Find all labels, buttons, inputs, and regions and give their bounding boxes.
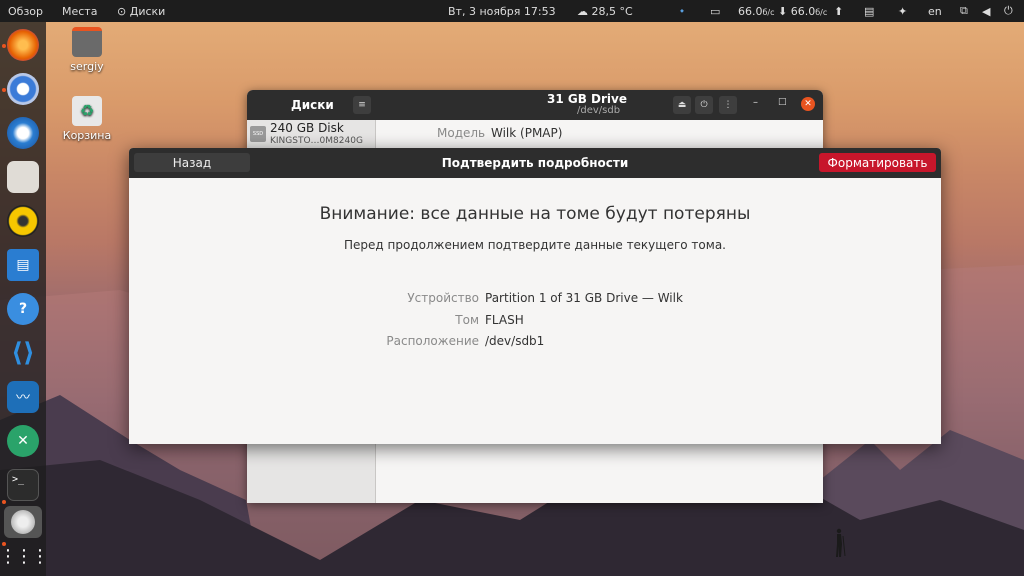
maximize-icon[interactable]: □: [778, 97, 787, 107]
drive-list-item[interactable]: SSD 240 GB Disk KINGSTO…0M8240G: [247, 120, 375, 148]
trash-icon: ♻: [72, 96, 102, 126]
volume-icon[interactable]: ◀: [982, 5, 990, 18]
top-bar: Обзор Места ⊙ Диски Вт, 3 ноября 17:53 ☁…: [0, 0, 1024, 22]
warning-subtitle: Перед продолжением подтвердите данные те…: [344, 238, 726, 252]
device-value: Partition 1 of 31 GB Drive — Wilk: [485, 291, 683, 305]
trash-label: Корзина: [62, 129, 112, 142]
thunderbird-icon[interactable]: [7, 117, 39, 149]
app-menu[interactable]: ⊙ Диски: [117, 5, 165, 18]
confirm-format-dialog: Назад Подтвердить подробности Форматиров…: [129, 148, 941, 444]
sidebar-title: Диски: [291, 98, 334, 112]
device-label: Устройство: [407, 291, 479, 305]
net-up-value: 66.0: [790, 4, 816, 18]
power-off-icon[interactable]: ⏻: [695, 96, 713, 114]
vscode-icon[interactable]: ⟨⟩: [7, 337, 39, 369]
volume-label: Том: [455, 313, 479, 327]
disks-app-icon: ⊙: [117, 4, 130, 18]
location-value: /dev/sdb1: [485, 334, 545, 348]
help-icon[interactable]: ?: [7, 293, 39, 325]
overview-button[interactable]: Обзор: [8, 5, 43, 18]
model-value: Wilk (PMAP): [491, 126, 563, 140]
home-folder-label: sergiy: [70, 60, 104, 73]
download-arrow-icon: ⬇: [778, 4, 791, 18]
running-indicator: [2, 88, 6, 92]
dock: ▤ ? ⟨⟩ 〰 ✕ >_ ⋮⋮⋮: [0, 22, 49, 576]
system-monitor-icon[interactable]: 〰: [7, 381, 39, 413]
disk-name: 240 GB Disk: [270, 121, 344, 135]
firefox-icon[interactable]: [7, 29, 39, 61]
running-indicator: [2, 44, 6, 48]
keyboard-layout[interactable]: en: [928, 5, 942, 18]
disks-icon[interactable]: [4, 506, 42, 538]
weather-temp: 28,5 °C: [591, 4, 633, 18]
volume-value: FLASH: [485, 313, 524, 327]
home-folder-icon: [72, 27, 102, 57]
dropbox-icon[interactable]: ⬩: [680, 4, 684, 18]
minimize-icon[interactable]: –: [753, 97, 758, 108]
location-label: Расположение: [386, 334, 479, 348]
dialog-headerbar: Назад Подтвердить подробности Форматиров…: [129, 148, 941, 178]
upload-arrow-icon: ⬆: [834, 4, 844, 18]
rhythmbox-icon[interactable]: [7, 205, 39, 237]
drive-title: 31 GB Drive: [547, 92, 628, 106]
weather-icon: ☁: [577, 4, 592, 18]
ssd-icon: SSD: [250, 126, 266, 142]
close-icon[interactable]: ✕: [801, 97, 815, 111]
eject-icon[interactable]: ⏏: [673, 96, 691, 114]
disk-model: KINGSTO…0M8240G: [270, 136, 363, 146]
network-icon[interactable]: ⧉: [960, 4, 968, 18]
net-up-unit: б/с: [815, 7, 828, 17]
clipboard-icon[interactable]: ▤: [864, 5, 874, 18]
network-speed[interactable]: 66.0б/с ⬇ 66.0б/с: [738, 5, 827, 18]
net-down-unit: б/с: [762, 7, 775, 17]
clock[interactable]: Вт, 3 ноября 17:53: [448, 5, 556, 18]
trash-desktop-icon[interactable]: ♻ Корзина: [57, 96, 117, 142]
disks-headerbar: Диски ≡ 31 GB Drive /dev/sdb ⏏ ⏻ ⋮ – □ ✕: [247, 90, 823, 120]
drive-menu-icon[interactable]: ⋮: [719, 96, 737, 114]
running-indicator: [2, 500, 6, 504]
disk-glyph-icon: [11, 510, 35, 534]
places-menu[interactable]: Места: [62, 5, 97, 18]
hiker-silhouette: [836, 528, 846, 557]
net-down-value: 66.0: [738, 4, 763, 18]
warning-heading: Внимание: все данные на томе будут потер…: [319, 204, 751, 224]
chromium-icon[interactable]: [7, 73, 39, 105]
crossover-icon[interactable]: ✕: [7, 425, 39, 457]
drive-path: /dev/sdb: [577, 105, 621, 116]
weather-indicator[interactable]: ☁ 28,5 °C: [577, 5, 633, 18]
writer-icon[interactable]: ▤: [7, 249, 39, 281]
format-button[interactable]: Форматировать: [819, 153, 936, 172]
app-menu-label: Диски: [129, 4, 166, 18]
menu-icon[interactable]: ≡: [353, 96, 371, 114]
model-label: Модель: [437, 126, 486, 140]
hdd-indicator-icon[interactable]: ▭: [710, 5, 720, 18]
power-menu-icon[interactable]: ⏻: [1004, 4, 1013, 18]
home-folder-desktop-icon[interactable]: sergiy: [57, 27, 117, 73]
files-icon[interactable]: [7, 161, 39, 193]
accessibility-icon[interactable]: ✦: [898, 5, 907, 18]
terminal-icon[interactable]: >_: [7, 469, 39, 501]
show-apps-icon[interactable]: ⋮⋮⋮: [0, 540, 49, 572]
